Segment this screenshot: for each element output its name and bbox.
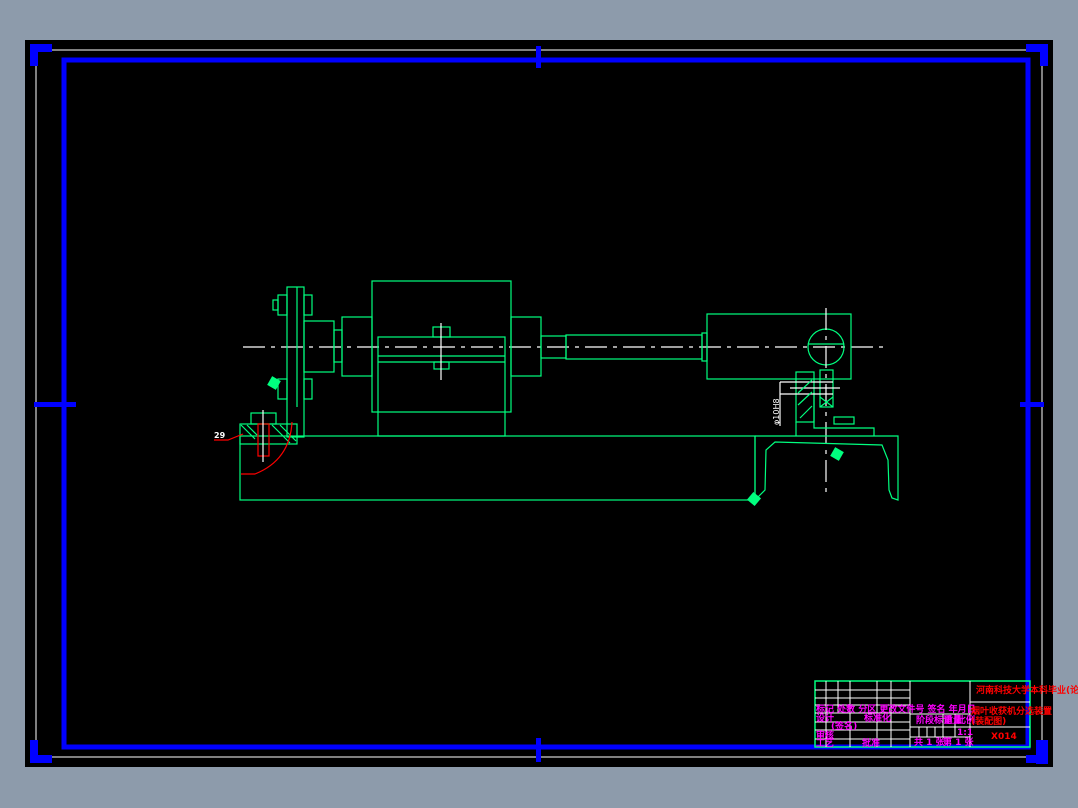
revision-header: 标记 处数 分区 更改文件号 签名 年月日 [815, 703, 976, 715]
approve-label: 批准 [862, 737, 880, 749]
part-number-label: 29 [214, 431, 226, 440]
cad-drawing-viewport[interactable]: 29 φ10H8 标记 处数 分区 更改文件号 签名 年月日 设计 标准化 (签… [0, 0, 1078, 808]
drawing-area [25, 40, 1053, 767]
process-label: 工艺 [816, 737, 834, 749]
school-name: 河南科技大学本科毕业(论文) [976, 684, 1078, 696]
standardization-label: 标准化 [863, 712, 891, 724]
sheets-total: 共 1 张 [914, 736, 946, 748]
signature-label: (签名) [831, 720, 857, 732]
sheet-number: 第 1 张 [943, 736, 975, 748]
drawing-name-sub: (装配图) [971, 715, 1006, 727]
scale-value: 1:1 [957, 728, 973, 738]
drawing-number: X014 [991, 732, 1017, 742]
fit-dimension-text: φ10H8 [772, 398, 781, 425]
drawing-name: 烟叶收获机分选装置 [971, 705, 1052, 717]
